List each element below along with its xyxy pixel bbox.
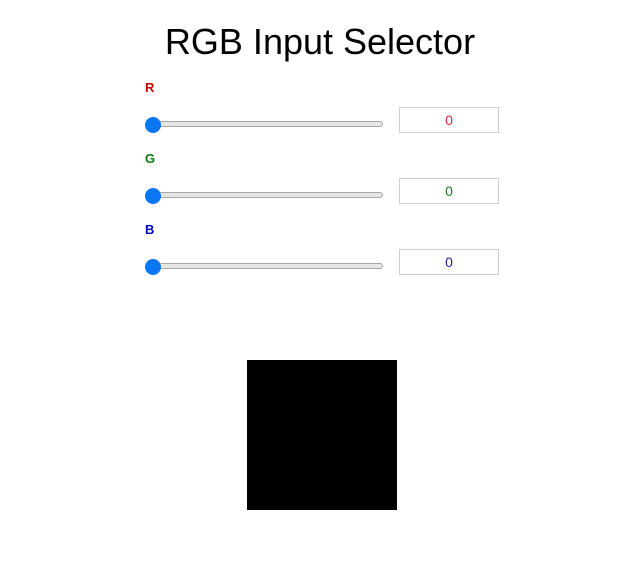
red-value-input[interactable]: 0 — [399, 107, 499, 133]
green-slider-track — [148, 192, 383, 198]
page-title: RGB Input Selector — [164, 21, 476, 62]
blue-slider-track — [148, 263, 383, 269]
red-slider-track — [148, 121, 383, 127]
blue-slider[interactable] — [145, 257, 385, 277]
color-preview — [247, 360, 397, 510]
red-label: R — [145, 80, 155, 95]
red-slider-thumb[interactable] — [145, 117, 161, 133]
green-slider-thumb[interactable] — [145, 188, 161, 204]
blue-value-input[interactable]: 0 — [399, 249, 499, 275]
green-label: G — [145, 151, 156, 166]
green-value-input[interactable]: 0 — [399, 178, 499, 204]
blue-slider-thumb[interactable] — [145, 259, 161, 275]
blue-label: B — [145, 222, 155, 237]
red-slider[interactable] — [145, 115, 385, 135]
green-slider[interactable] — [145, 186, 385, 206]
